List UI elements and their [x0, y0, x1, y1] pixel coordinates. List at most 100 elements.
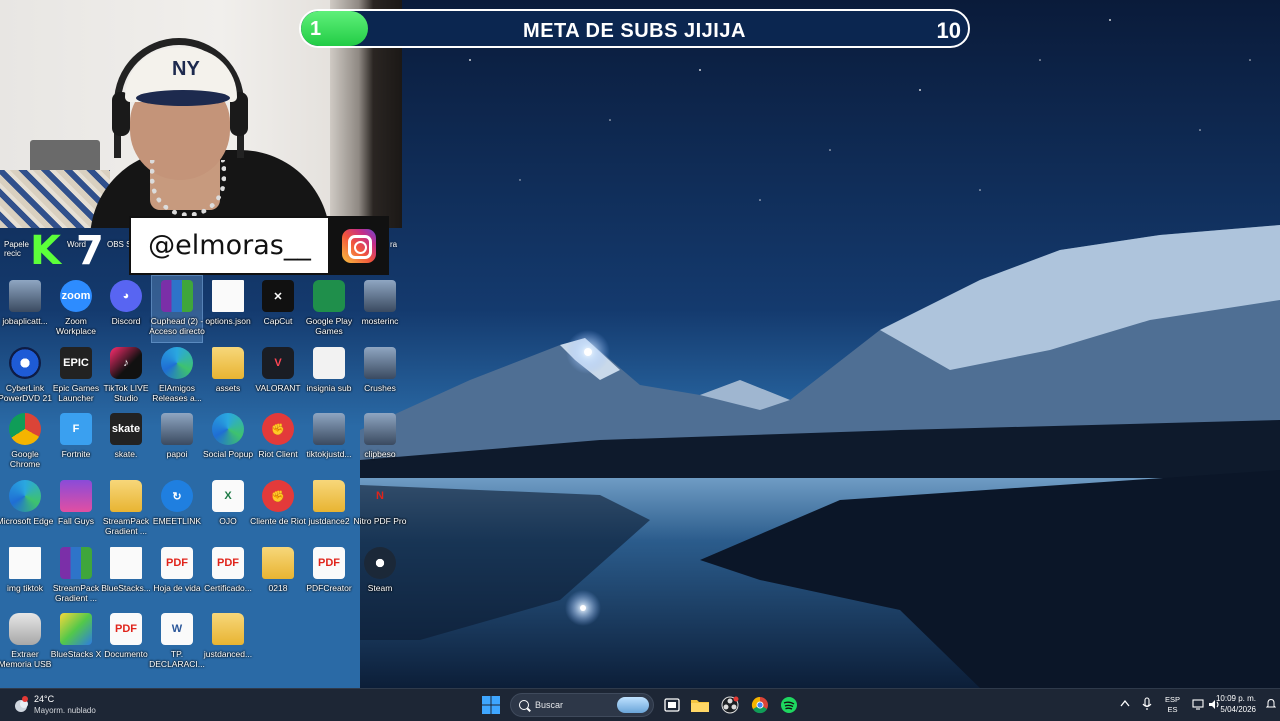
chevron-up-icon[interactable] [1120, 699, 1130, 709]
excel-icon: X [212, 480, 244, 512]
desktop-icon[interactable]: StreamPack Gradient ... [51, 543, 101, 609]
desktop-icon[interactable]: X OJO [203, 476, 253, 542]
play-games-icon [313, 280, 345, 312]
desktop-icon[interactable]: ✊ Cliente de Riot [250, 476, 306, 542]
desktop-icon[interactable]: insignia sub [304, 343, 354, 409]
start-button[interactable] [480, 694, 502, 716]
desktop-icon[interactable]: StreamPack Gradient ... [101, 476, 151, 542]
desktop-icon[interactable]: EPIC Epic Games Launcher [51, 343, 101, 409]
emeet-icon: ↻ [161, 480, 193, 512]
network-icon[interactable] [1192, 699, 1204, 712]
desktop-icon-label: TikTok LIVE Studio [103, 383, 149, 403]
desktop-icon-label: justdanced... [203, 649, 253, 659]
desktop-icon[interactable]: PDF Documento [101, 609, 151, 675]
instagram-handle: @elmoras__ [148, 230, 311, 261]
desktop-icon[interactable]: PDF Certificado... [203, 543, 253, 609]
tiktok-icon: ♪ [110, 347, 142, 379]
desktop-icon[interactable]: zoom Zoom Workplace [51, 276, 101, 342]
taskbar: 24°C Mayorm. nublado Buscar ESP ES 10:09… [0, 688, 1280, 721]
desktop-icon[interactable]: BlueStacks... [101, 543, 151, 609]
photo-icon [313, 413, 345, 445]
partial-label-papelera: Papele recic [4, 240, 29, 258]
desktop-icon[interactable]: Extraer Memoria USB [0, 609, 51, 675]
desktop-icon[interactable]: 0218 [253, 543, 303, 609]
desktop-icon[interactable]: Crushes [355, 343, 405, 409]
desktop-icon-label: EMEETLINK [152, 516, 202, 526]
desktop-icon-label: insignia sub [306, 383, 352, 393]
desktop-icon-label: Riot Client [258, 449, 298, 459]
spotify-icon [781, 697, 797, 713]
desktop-icon[interactable]: ↻ EMEETLINK [152, 476, 202, 542]
language-region: ES [1167, 705, 1178, 714]
desktop-icon[interactable]: skate skate. [101, 409, 151, 475]
task-view-icon [664, 698, 680, 712]
k7-logo: K 7 [30, 228, 104, 274]
desktop-icon[interactable]: Fall Guys [51, 476, 101, 542]
notification-icon[interactable] [1265, 698, 1277, 712]
obs-button[interactable] [719, 694, 741, 716]
desktop-icon[interactable]: Cuphead (2) - Acceso directo [149, 275, 205, 343]
file-icon [212, 280, 244, 312]
desktop-icon[interactable]: CyberLink PowerDVD 21 [0, 343, 52, 409]
desktop-icon[interactable]: Microsoft Edge [0, 476, 53, 542]
fortnite-icon: F [60, 413, 92, 445]
desktop-icon[interactable]: tiktokjustd... [304, 409, 354, 475]
steam-icon [364, 547, 396, 579]
desktop-icon-label: Hoja de vida [153, 583, 201, 593]
spotify-button[interactable] [778, 694, 800, 716]
weather-desc: Mayorm. nublado [34, 706, 96, 715]
desktop-icon[interactable]: Social Popup [203, 409, 253, 475]
desktop-icon[interactable]: Steam [355, 543, 405, 609]
desktop-icon-label: Extraer Memoria USB [0, 649, 52, 669]
desktop-icon[interactable]: N Nitro PDF Pro [354, 476, 407, 542]
desktop-icon[interactable]: options.json [203, 276, 253, 342]
task-view-button[interactable] [661, 694, 683, 716]
zoom-icon: zoom [60, 280, 92, 312]
desktop-icon-label: Steam [367, 583, 393, 593]
desktop-icon[interactable]: Google Play Games [304, 276, 354, 342]
desktop-icon[interactable]: F Fortnite [51, 409, 101, 475]
desktop-icon-label: CyberLink PowerDVD 21 [0, 383, 52, 403]
desktop-icon-label: justdance2 [308, 516, 350, 526]
desktop-icon[interactable]: papoi [152, 409, 202, 475]
desktop-icon[interactable]: ElAmigos Releases a... [152, 343, 202, 409]
chrome-button[interactable] [749, 694, 771, 716]
search-box[interactable]: Buscar [510, 693, 654, 717]
desktop-icon[interactable]: img tiktok [0, 543, 50, 609]
discord-icon: ◕ [110, 280, 142, 312]
file-explorer-button[interactable] [689, 694, 711, 716]
weather-icon [15, 696, 28, 712]
weather-widget[interactable]: 24°C Mayorm. nublado [12, 693, 122, 717]
desktop-icon[interactable]: mosterinc [355, 276, 405, 342]
desktop-icon[interactable]: justdance2 [304, 476, 354, 542]
winrar-icon [60, 547, 92, 579]
desktop-icon[interactable]: clipbeso [355, 409, 405, 475]
desktop-icon[interactable]: ✕ CapCut [253, 276, 303, 342]
desktop-icon[interactable]: BlueStacks X [51, 609, 101, 675]
image-icon [313, 347, 345, 379]
file-icon [110, 547, 142, 579]
desktop-icon-label: Microsoft Edge [0, 516, 54, 526]
desktop-icon[interactable]: justdanced... [203, 609, 253, 675]
usb-icon [9, 613, 41, 645]
desktop-icon-label: StreamPack Gradient ... [102, 516, 150, 536]
desktop-icon[interactable]: ♪ TikTok LIVE Studio [101, 343, 151, 409]
desktop-icon-label: Google Play Games [305, 316, 353, 336]
desktop-icon[interactable]: V VALORANT [253, 343, 303, 409]
windows-icon [482, 696, 500, 714]
desktop-icon[interactable]: Google Chrome [0, 409, 50, 475]
language-indicator[interactable]: ESP ES [1165, 695, 1180, 715]
desktop-icon[interactable]: W TP. DECLARACI... [149, 609, 205, 675]
instagram-icon [342, 229, 376, 263]
desktop-icon[interactable]: jobaplicatt... [0, 276, 50, 342]
desktop-icon[interactable]: PDF Hoja de vida [152, 543, 202, 609]
desktop-icon-label: skate. [114, 449, 138, 459]
desktop-icon[interactable]: ◕ Discord [101, 276, 151, 342]
chrome-icon [751, 696, 768, 714]
microphone-icon[interactable] [1142, 697, 1152, 713]
desktop-icon[interactable]: PDF PDFCreator [304, 543, 354, 609]
desktop-icon[interactable]: assets [203, 343, 253, 409]
desktop-icon-label: TP. DECLARACI... [149, 649, 205, 669]
system-clock[interactable]: 10:09 p. m. 5/04/2026 [1216, 693, 1256, 715]
desktop-icon[interactable]: ✊ Riot Client [253, 409, 303, 475]
